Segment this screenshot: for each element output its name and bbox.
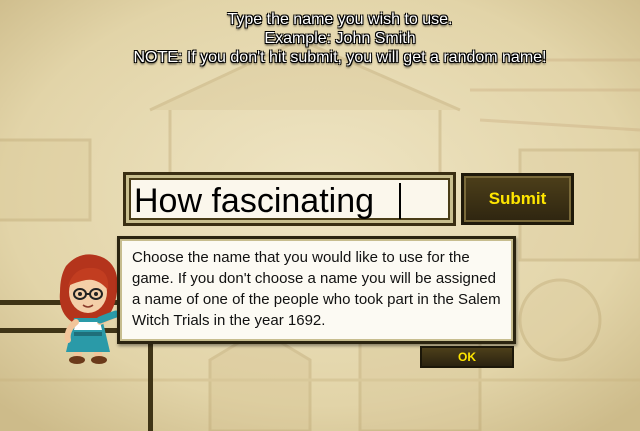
instruction-line-3: NOTE: If you don't hit submit, you will …	[133, 49, 547, 66]
submit-button[interactable]: Submit	[461, 173, 574, 225]
text-caret	[399, 183, 401, 219]
name-input[interactable]	[123, 172, 456, 226]
info-dialog: Choose the name that you would like to u…	[117, 236, 516, 344]
instructions-block: Type the name you wish to use. Example: …	[0, 10, 640, 67]
dialog-message: Choose the name that you would like to u…	[132, 249, 501, 329]
instruction-line-2: Example: John Smith	[264, 30, 416, 47]
ok-button[interactable]: OK	[420, 346, 514, 368]
instruction-line-1: Type the name you wish to use.	[227, 11, 453, 28]
